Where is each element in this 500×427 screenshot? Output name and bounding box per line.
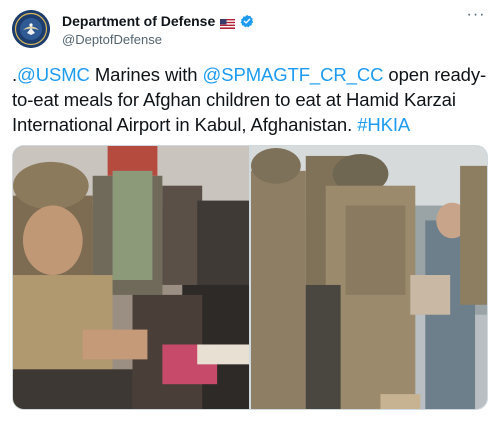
tweet-card: Department of Defense @DeptofDefense ···…: [0, 0, 500, 427]
dod-seal-icon[interactable]: [12, 10, 50, 48]
more-dots-icon[interactable]: ···: [466, 7, 486, 24]
verified-badge-icon: [240, 14, 254, 28]
us-flag-icon: [220, 16, 236, 29]
name-row: Department of Defense: [62, 12, 254, 30]
tweet-text-segment: Marines with: [89, 64, 203, 85]
tweet-media[interactable]: [12, 145, 488, 410]
tweet-text: .@USMC Marines with @SPMAGTF_CR_CC open …: [12, 62, 490, 137]
display-name[interactable]: Department of Defense: [62, 13, 215, 29]
photo-left[interactable]: [13, 146, 249, 409]
photo-right[interactable]: [251, 146, 487, 409]
account-handle[interactable]: @DeptofDefense: [62, 32, 254, 47]
tweet-header: Department of Defense @DeptofDefense: [62, 12, 254, 47]
hashtag-link[interactable]: #HKIA: [357, 114, 410, 135]
mention-link[interactable]: @USMC: [17, 64, 90, 85]
mention-link[interactable]: @SPMAGTF_CR_CC: [203, 64, 384, 85]
